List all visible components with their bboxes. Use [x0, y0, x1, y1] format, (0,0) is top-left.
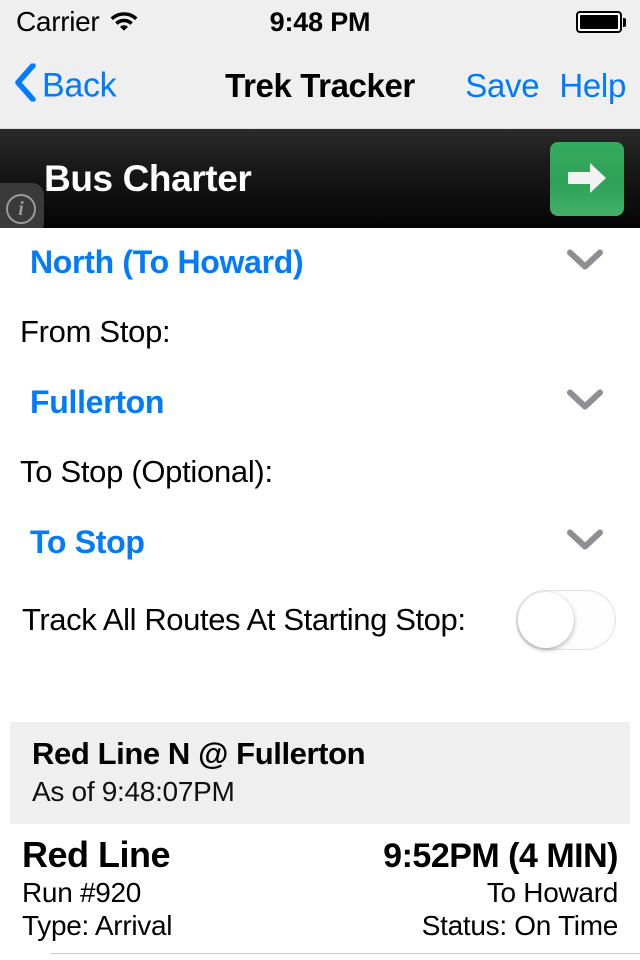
status-bar: Carrier 9:48 PM [0, 0, 640, 44]
battery-icon [576, 11, 626, 33]
row-status: Status: On Time [421, 910, 619, 941]
to-stop-value: To Stop [30, 523, 145, 560]
row-type: Type: Arrival [22, 910, 173, 941]
results-header-timestamp: As of 9:48:07PM [32, 776, 235, 807]
chevron-down-icon [566, 248, 604, 277]
row-destination: To Howard [486, 877, 618, 908]
track-all-routes-label: Track All Routes At Starting Stop: [22, 602, 466, 637]
navigation-bar-right: Save Help [465, 67, 626, 105]
results-header: Red Line N @ Fullerton As of 9:48:07PM [10, 722, 630, 824]
help-button[interactable]: Help [559, 67, 626, 105]
to-stop-dropdown[interactable]: To Stop [0, 508, 640, 576]
from-stop-value: Fullerton [30, 383, 165, 420]
toggle-knob [518, 592, 574, 648]
row-run-number: Run #920 [22, 877, 142, 908]
row-route-name: Red Line [22, 834, 171, 875]
results-header-title: Red Line N @ Fullerton [32, 736, 366, 771]
track-all-routes-row: Track All Routes At Starting Stop: [0, 576, 640, 664]
row-arrival-time: 9:52PM (4 MIN) [383, 837, 618, 875]
info-circle-icon: i [6, 194, 36, 224]
chevron-down-icon [566, 388, 604, 417]
from-stop-label: From Stop: [20, 314, 171, 349]
arrow-right-icon [566, 160, 608, 199]
navigation-bar: Back Trek Tracker Save Help [0, 44, 640, 129]
app-screen: Carrier 9:48 PM Back Trek Tracker Save H… [0, 0, 640, 960]
route-banner-title: Bus Charter [44, 157, 252, 199]
row-divider [50, 953, 640, 954]
trip-form: North (To Howard) From Stop: Fullerton T… [0, 228, 640, 664]
save-button[interactable]: Save [465, 67, 539, 105]
go-button[interactable] [550, 142, 624, 216]
direction-value: North (To Howard) [30, 243, 304, 280]
info-button[interactable]: i [0, 183, 44, 228]
results-section: Red Line N @ Fullerton As of 9:48:07PM R… [0, 722, 640, 954]
table-row[interactable]: Red Line 9:52PM (4 MIN) Run #920 To Howa… [0, 824, 640, 954]
from-stop-dropdown[interactable]: Fullerton [0, 368, 640, 436]
to-stop-label: To Stop (Optional): [20, 454, 273, 489]
status-bar-time: 9:48 PM [269, 6, 371, 37]
chevron-down-icon [566, 528, 604, 557]
direction-dropdown[interactable]: North (To Howard) [0, 228, 640, 296]
route-banner: Bus Charter i [0, 129, 640, 228]
track-all-routes-toggle[interactable] [516, 590, 616, 650]
